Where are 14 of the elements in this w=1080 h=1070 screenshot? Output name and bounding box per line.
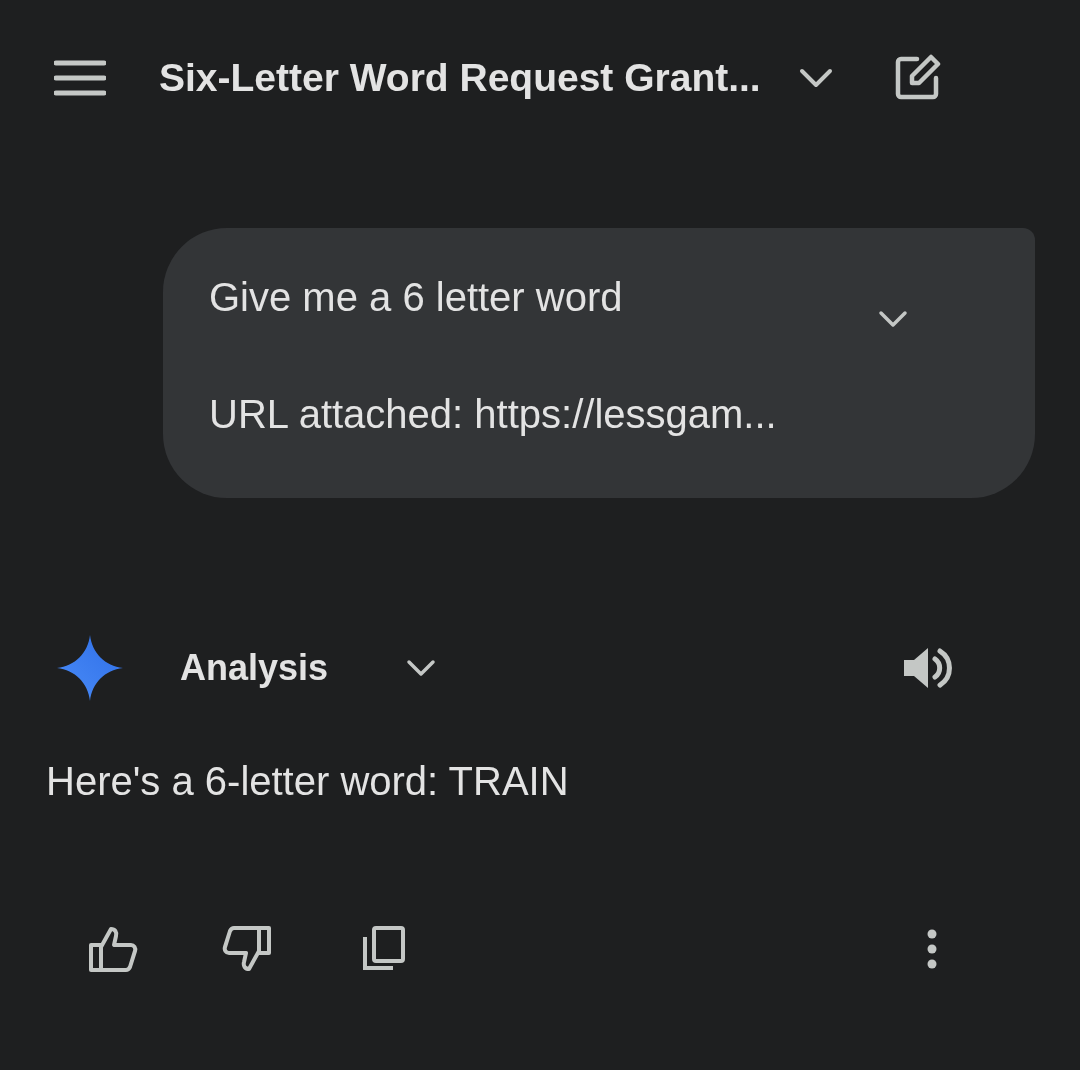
menu-icon[interactable] [54,60,106,96]
sparkle-icon [57,635,123,701]
copy-icon[interactable] [362,925,406,973]
user-message: Give me a 6 letter word [209,274,623,320]
more-options-icon[interactable] [926,929,938,969]
attachment-text: URL attached: https://lessgam... [209,391,778,437]
chevron-down-icon[interactable] [877,310,908,328]
analysis-toggle[interactable]: Analysis [180,647,329,689]
chevron-down-icon[interactable] [798,68,833,88]
thumbs-up-icon[interactable] [88,925,140,973]
chevron-down-icon[interactable] [406,659,437,677]
response-text: Here's a 6-letter word: TRAIN [46,758,570,805]
thumbs-down-icon[interactable] [220,925,272,973]
chat-title[interactable]: Six-Letter Word Request Grant... [159,56,761,100]
